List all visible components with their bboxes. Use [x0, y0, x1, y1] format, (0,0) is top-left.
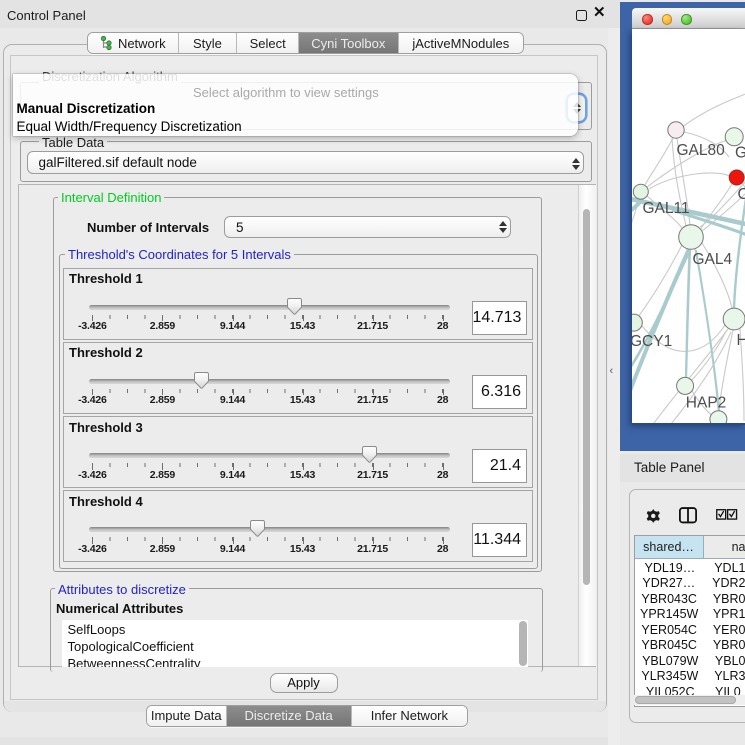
svg-text:HAP2: HAP2: [685, 395, 726, 412]
svg-text:HA: HA: [736, 332, 745, 349]
svg-text:C: C: [737, 186, 745, 203]
svg-text:GCY1: GCY1: [632, 333, 672, 350]
svg-text:GAL80: GAL80: [676, 142, 725, 159]
svg-text:GA: GA: [735, 145, 745, 162]
svg-text:GAL11: GAL11: [642, 200, 689, 217]
svg-text:GAL4: GAL4: [692, 251, 732, 268]
